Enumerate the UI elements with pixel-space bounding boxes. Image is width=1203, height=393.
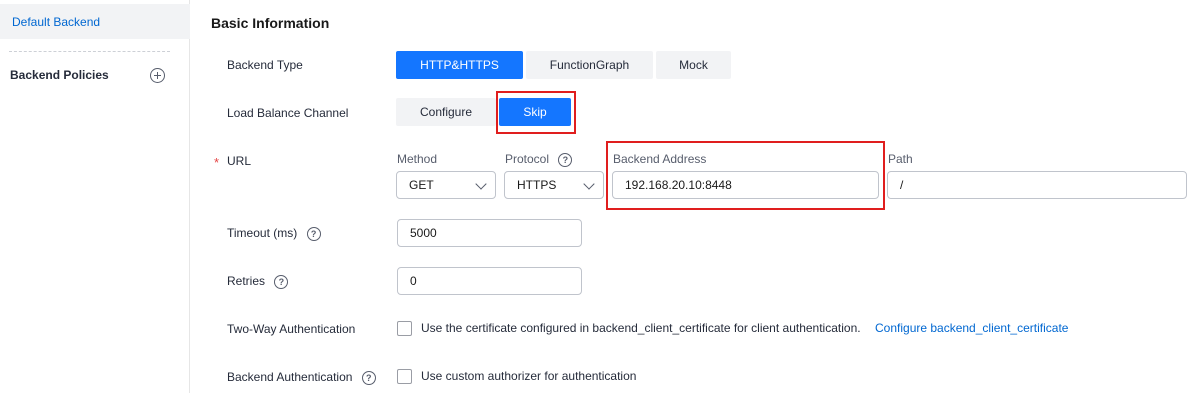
backend-authentication-help-icon[interactable]: ?: [361, 370, 376, 385]
timeout-label-text: Timeout (ms): [227, 226, 298, 240]
method-value: GET: [409, 178, 434, 192]
retries-input[interactable]: 0: [397, 267, 582, 295]
chevron-down-icon: [583, 178, 595, 190]
backend-authentication-label-text: Backend Authentication: [227, 370, 353, 384]
backend-authentication-text: Use custom authorizer for authentication: [421, 369, 637, 383]
retries-label: Retries ?: [227, 274, 289, 289]
backend-type-mock-button[interactable]: Mock: [656, 51, 731, 79]
timeout-input[interactable]: 5000: [397, 219, 582, 247]
retries-help-icon[interactable]: ?: [274, 274, 289, 289]
backend-type-http-https-button[interactable]: HTTP&HTTPS: [396, 51, 523, 79]
protocol-value: HTTPS: [517, 178, 557, 192]
method-label: Method: [397, 152, 438, 166]
backend-authentication-label: Backend Authentication ?: [227, 370, 376, 385]
retries-label-text: Retries: [227, 274, 266, 288]
section-title: Basic Information: [211, 15, 330, 31]
path-input[interactable]: /: [887, 171, 1187, 199]
two-way-authentication-label: Two-Way Authentication: [227, 322, 356, 336]
sidebar-item-backend-policies: Backend Policies: [10, 68, 109, 82]
two-way-authentication-text: Use the certificate configured in backen…: [421, 321, 861, 335]
add-policy-icon[interactable]: [150, 68, 165, 83]
sidebar-item-default-backend[interactable]: Default Backend: [0, 4, 190, 39]
sidebar-divider: [9, 51, 170, 52]
backend-type-label: Backend Type: [227, 58, 303, 72]
skip-highlight-box: [496, 91, 576, 134]
protocol-label: Protocol ?: [505, 152, 573, 167]
chevron-down-icon: [475, 178, 487, 190]
load-balance-configure-button[interactable]: Configure: [396, 98, 496, 126]
protocol-label-text: Protocol: [505, 152, 550, 166]
protocol-select[interactable]: HTTPS: [504, 171, 604, 199]
method-select[interactable]: GET: [396, 171, 496, 199]
required-asterisk: *: [214, 155, 220, 170]
path-label: Path: [888, 152, 913, 166]
backend-type-functiongraph-button[interactable]: FunctionGraph: [526, 51, 653, 79]
protocol-help-icon[interactable]: ?: [558, 152, 573, 167]
url-label: URL: [227, 154, 252, 168]
sidebar: Default Backend Backend Policies: [0, 0, 190, 393]
backend-authentication-checkbox[interactable]: [397, 369, 412, 384]
configure-backend-client-certificate-link[interactable]: Configure backend_client_certificate: [875, 321, 1068, 335]
load-balance-channel-label: Load Balance Channel: [227, 106, 349, 120]
two-way-authentication-checkbox[interactable]: [397, 321, 412, 336]
timeout-label: Timeout (ms) ?: [227, 226, 321, 241]
backend-address-highlight-box: [606, 141, 885, 210]
timeout-help-icon[interactable]: ?: [306, 226, 321, 241]
